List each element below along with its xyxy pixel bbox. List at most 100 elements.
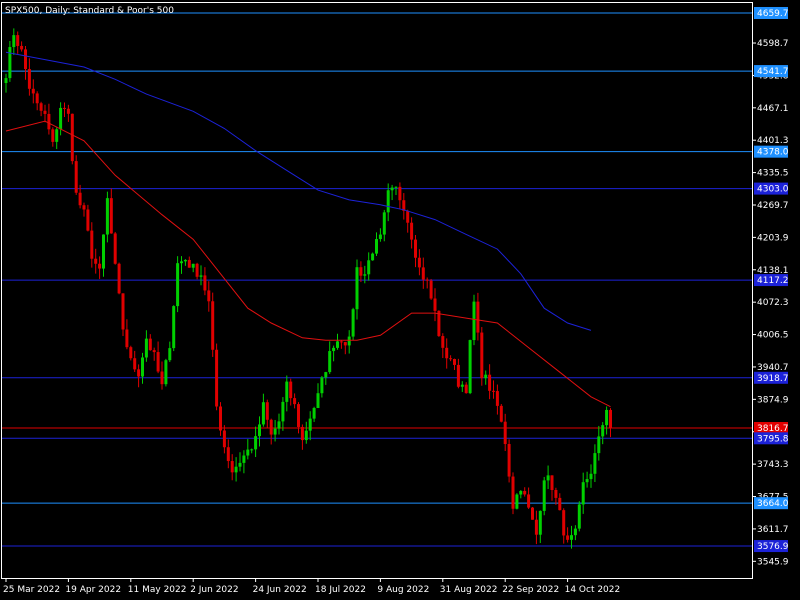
candle-body: [20, 45, 24, 50]
candle-body: [31, 88, 35, 94]
x-tick-label: 31 Aug 2022: [440, 585, 498, 595]
candle: [542, 476, 546, 516]
candle: [499, 404, 503, 423]
candle-body: [394, 186, 398, 188]
candle-body: [168, 348, 172, 361]
candle-body: [589, 473, 593, 480]
candle-body: [86, 209, 90, 231]
candle-body: [222, 430, 226, 448]
candle: [70, 113, 74, 165]
candle-body: [125, 329, 129, 348]
candle-body: [425, 279, 429, 281]
candle: [515, 493, 519, 510]
chart-background: [0, 0, 800, 600]
candle-body: [191, 263, 195, 268]
candle-body: [250, 449, 254, 451]
candle: [117, 262, 121, 295]
candle-body: [156, 352, 160, 372]
candle-body: [347, 336, 351, 346]
candle: [211, 292, 215, 357]
candle-body: [98, 263, 102, 269]
candle: [531, 507, 534, 520]
candle-body: [476, 301, 480, 333]
candle: [468, 339, 472, 395]
x-tick-label: 18 Jul 2022: [315, 585, 366, 595]
level-price-tag: 4378.0: [754, 145, 789, 158]
candle-body: [27, 69, 31, 89]
x-tick-label: 25 Mar 2022: [3, 585, 60, 595]
candle-body: [172, 306, 176, 349]
candle-body: [160, 371, 164, 385]
candle-body: [78, 192, 82, 206]
candle-body: [258, 424, 261, 437]
candle: [429, 278, 433, 300]
candle-body: [371, 253, 375, 261]
level-price-tag: 4659.7: [754, 6, 789, 19]
candle-body: [367, 260, 371, 275]
candle-body: [137, 369, 141, 377]
candle-body: [355, 267, 359, 310]
candle-body: [152, 350, 156, 353]
candle-body: [546, 475, 550, 481]
candle-body: [12, 35, 16, 48]
candle-body: [414, 239, 417, 258]
candle-body: [433, 298, 437, 311]
candle-body: [523, 490, 527, 495]
candle-body: [468, 340, 472, 394]
candle-body: [515, 494, 519, 509]
candle-body: [59, 107, 63, 130]
price-chart[interactable]: 4598.74532.84467.14401.34335.54269.74203…: [0, 0, 800, 600]
candle-body: [570, 535, 573, 540]
candle-body: [460, 384, 464, 387]
candle-body: [573, 528, 577, 536]
candle-body: [538, 510, 542, 535]
y-tick-label: 3940.7: [757, 363, 789, 373]
level-price-tag-text: 4378.0: [757, 148, 789, 158]
level-price-tag: 3576.9: [754, 540, 789, 553]
candle-body: [585, 479, 589, 483]
level-price-tag: 3816.7: [754, 421, 789, 434]
level-price-tag: 4303.0: [754, 182, 789, 195]
y-tick-label: 3611.7: [757, 525, 789, 535]
candle-body: [332, 347, 336, 352]
candle-body: [554, 489, 558, 498]
candle-body: [343, 342, 347, 346]
candle: [215, 343, 219, 411]
candle: [129, 345, 133, 361]
y-tick-label: 3874.9: [757, 395, 789, 405]
candle-body: [312, 408, 316, 419]
level-price-tag-text: 4659.7: [757, 9, 789, 19]
candle-body: [121, 293, 125, 330]
candle-body: [183, 259, 187, 262]
candle-body: [102, 234, 105, 269]
candle-body: [550, 475, 554, 490]
candle: [507, 439, 511, 483]
level-price-tag-text: 3664.0: [757, 499, 789, 509]
candle-body: [472, 301, 476, 341]
candle-body: [484, 374, 488, 379]
candle-body: [105, 198, 109, 235]
x-tick-label: 22 Sep 2022: [502, 585, 559, 595]
candle-body: [429, 280, 433, 299]
y-tick-label: 3545.9: [757, 557, 789, 567]
candle-body: [507, 444, 511, 477]
candle-body: [421, 267, 425, 280]
y-tick-label: 4072.3: [757, 298, 789, 308]
candle-body: [261, 402, 265, 425]
candle-body: [410, 222, 414, 240]
candle-body: [359, 267, 363, 276]
candle-body: [203, 275, 207, 291]
candle: [371, 252, 375, 261]
candle-body: [406, 210, 410, 223]
candle-body: [144, 338, 148, 358]
y-tick-label: 4401.3: [757, 136, 789, 146]
candle-body: [566, 535, 570, 540]
candle-body: [328, 351, 332, 373]
candle: [176, 256, 180, 313]
candle-body: [109, 198, 113, 234]
candle-body: [464, 384, 468, 394]
candle-body: [24, 49, 27, 70]
x-tick-label: 19 Apr 2022: [65, 585, 121, 595]
candle-body: [492, 390, 495, 392]
level-price-tag-text: 4303.0: [757, 185, 789, 195]
